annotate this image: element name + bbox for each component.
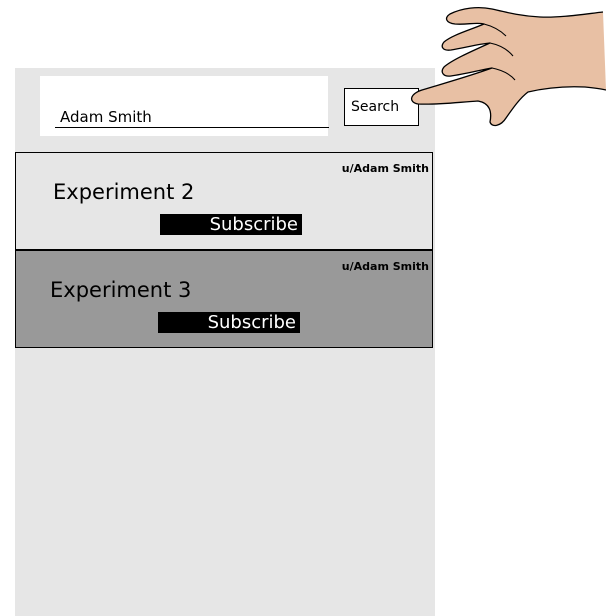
app-screen: Search u/Adam Smith Experiment 2 Subscri… bbox=[0, 0, 606, 616]
subscribe-button[interactable]: Subscribe bbox=[160, 214, 302, 235]
subscribe-button[interactable]: Subscribe bbox=[158, 312, 300, 333]
result-title[interactable]: Experiment 2 bbox=[53, 180, 194, 204]
result-author[interactable]: u/Adam Smith bbox=[342, 260, 429, 273]
pointing-hand-icon bbox=[411, 7, 606, 127]
result-card-experiment-2[interactable]: u/Adam Smith Experiment 2 Subscribe bbox=[15, 152, 433, 250]
result-author[interactable]: u/Adam Smith bbox=[342, 162, 429, 175]
result-title[interactable]: Experiment 3 bbox=[50, 278, 191, 302]
result-card-experiment-3[interactable]: u/Adam Smith Experiment 3 Subscribe bbox=[15, 250, 433, 348]
